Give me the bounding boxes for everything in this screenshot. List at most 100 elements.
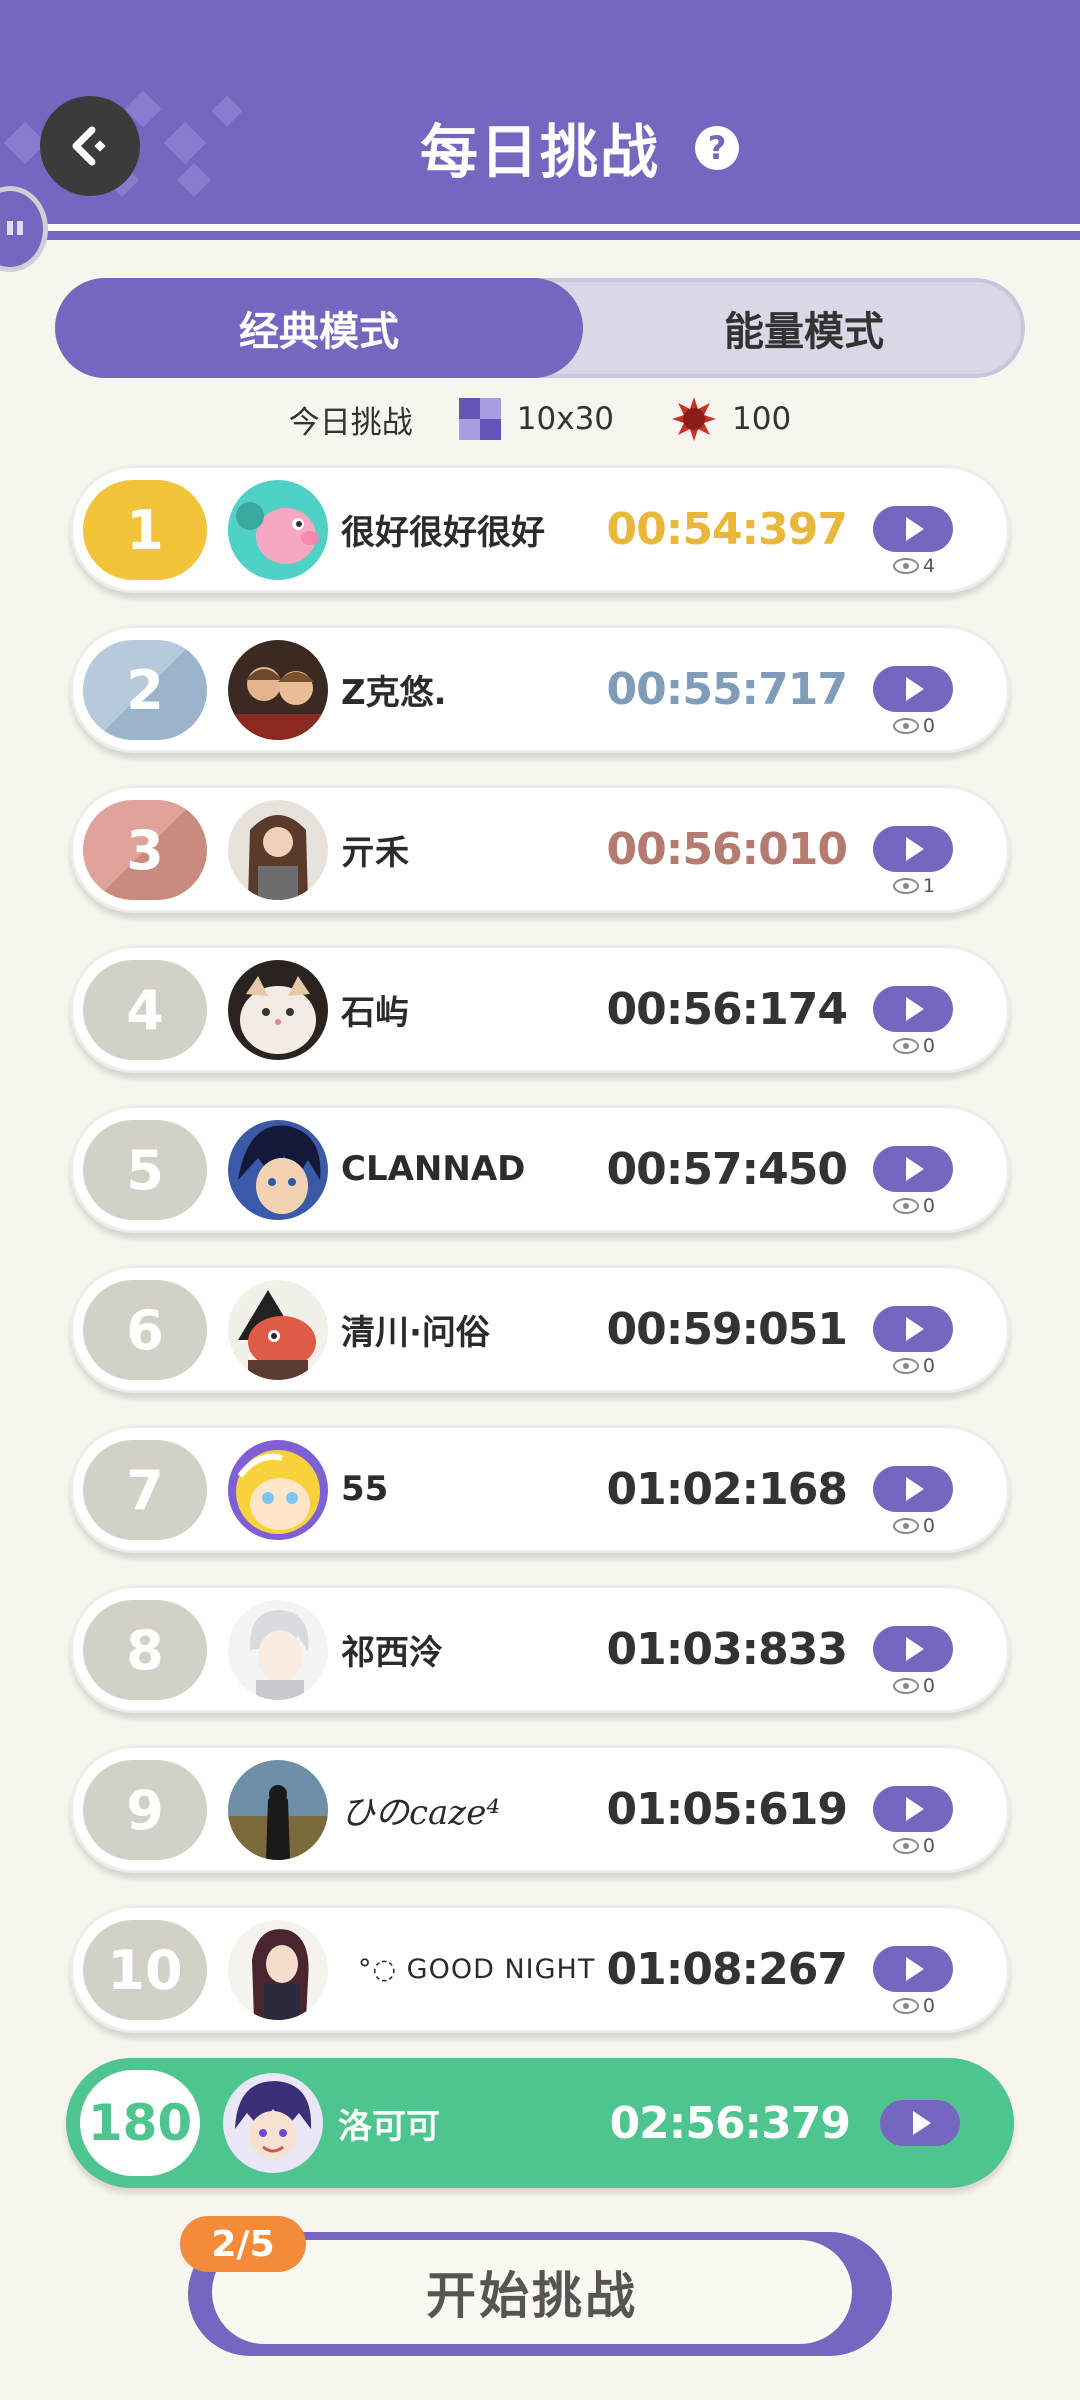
rank-badge: 2 bbox=[83, 640, 207, 740]
player-time: 00:55:717 bbox=[606, 663, 848, 715]
header-divider bbox=[0, 224, 1080, 231]
rank-badge: 8 bbox=[83, 1600, 207, 1700]
player-time: 02:56:379 bbox=[609, 2097, 851, 2149]
view-count-value: 0 bbox=[922, 1035, 935, 1057]
challenge-info: 今日挑战 10x30 100 bbox=[0, 397, 1080, 441]
leaderboard-row[interactable]: 5 CLANNAD 00:57:450 0 bbox=[70, 1105, 1010, 1233]
view-count: 0 bbox=[892, 1354, 935, 1378]
view-count: 0 bbox=[892, 1674, 935, 1698]
view-count-value: 0 bbox=[922, 715, 935, 737]
replay-button[interactable] bbox=[873, 826, 953, 872]
play-icon bbox=[906, 1157, 924, 1181]
view-count: 1 bbox=[892, 874, 935, 898]
attempts-badge: 2/5 bbox=[180, 2216, 306, 2272]
player-name: 亓禾 bbox=[341, 832, 409, 873]
leaderboard-row[interactable]: 9 ひのcaze⁴ 01:05:619 0 bbox=[70, 1745, 1010, 1873]
replay-button[interactable] bbox=[873, 1786, 953, 1832]
replay-button[interactable] bbox=[873, 1626, 953, 1672]
replay-button[interactable] bbox=[873, 1306, 953, 1352]
player-name: 石屿 bbox=[341, 992, 409, 1033]
mode-tabs: 经典模式 能量模式 bbox=[55, 278, 1025, 378]
eye-icon bbox=[892, 1038, 919, 1054]
view-count-value: 0 bbox=[922, 1675, 935, 1697]
page-title: 每日挑战 bbox=[419, 118, 660, 186]
grid-icon bbox=[458, 398, 501, 440]
avatar bbox=[228, 960, 328, 1060]
start-challenge-label: 开始挑战 bbox=[212, 2240, 852, 2344]
avatar bbox=[228, 1600, 328, 1700]
avatar bbox=[228, 1920, 328, 2020]
challenge-label: 今日挑战 bbox=[288, 404, 413, 441]
avatar bbox=[228, 640, 328, 740]
player-time: 00:56:174 bbox=[606, 983, 848, 1035]
avatar bbox=[228, 800, 328, 900]
view-count-value: 0 bbox=[922, 1515, 935, 1537]
tab-energy-mode[interactable]: 能量模式 bbox=[579, 278, 1029, 378]
play-icon bbox=[906, 1477, 924, 1501]
view-count: 0 bbox=[892, 1994, 935, 2018]
replay-button[interactable] bbox=[873, 666, 953, 712]
leaderboard-row[interactable]: 2 Z克悠. 00:55:717 0 bbox=[70, 625, 1010, 753]
eye-icon bbox=[892, 718, 919, 734]
eye-icon bbox=[892, 878, 919, 894]
play-icon bbox=[906, 1637, 924, 1661]
replay-button[interactable] bbox=[873, 1466, 953, 1512]
eye-icon bbox=[892, 1198, 919, 1214]
rank-badge: 3 bbox=[83, 800, 207, 900]
player-time: 01:05:619 bbox=[606, 1783, 848, 1835]
player-name: 祁西泠 bbox=[341, 1632, 443, 1673]
avatar bbox=[228, 1280, 328, 1380]
replay-button[interactable] bbox=[880, 2100, 960, 2146]
player-time: 01:08:267 bbox=[606, 1943, 848, 1995]
rank-badge: 6 bbox=[83, 1280, 207, 1380]
eye-icon bbox=[892, 1358, 919, 1374]
leaderboard-row[interactable]: 6 清川·问俗 00:59:051 0 bbox=[70, 1265, 1010, 1393]
player-name: 清川·问俗 bbox=[341, 1312, 490, 1353]
player-time: 00:57:450 bbox=[606, 1143, 848, 1195]
replay-button[interactable] bbox=[873, 1946, 953, 1992]
mine-icon bbox=[672, 397, 717, 441]
rank-badge: 7 bbox=[83, 1440, 207, 1540]
play-icon bbox=[913, 2111, 931, 2135]
avatar bbox=[228, 1440, 328, 1540]
player-name: 洛可可 bbox=[338, 2106, 440, 2147]
tab-classic-mode[interactable]: 经典模式 bbox=[55, 278, 583, 378]
view-count-value: 0 bbox=[922, 1195, 935, 1217]
player-name: 55 bbox=[341, 1469, 389, 1509]
leaderboard-row[interactable]: 3 亓禾 00:56:010 1 bbox=[70, 785, 1010, 913]
avatar bbox=[228, 1120, 328, 1220]
replay-button[interactable] bbox=[873, 1146, 953, 1192]
player-time: 00:59:051 bbox=[606, 1303, 848, 1355]
eye-icon bbox=[892, 1678, 919, 1694]
leaderboard-row[interactable]: 8 祁西泠 01:03:833 0 bbox=[70, 1585, 1010, 1713]
help-icon[interactable]: ? bbox=[695, 126, 739, 170]
eye-icon bbox=[892, 558, 919, 574]
leaderboard-row[interactable]: 7 55 01:02:168 0 bbox=[70, 1425, 1010, 1553]
view-count-value: 1 bbox=[922, 875, 935, 897]
player-name: °◌ GOOD NIGHT bbox=[358, 1953, 596, 1985]
view-count-value: 0 bbox=[922, 1995, 935, 2017]
my-rank-row[interactable]: 180 洛可可 02:56:379 bbox=[66, 2058, 1014, 2188]
leaderboard-row[interactable]: 10 °◌ GOOD NIGHT 01:08:267 0 bbox=[70, 1905, 1010, 2033]
leaderboard-row[interactable]: 4 石屿 00:56:174 0 bbox=[70, 945, 1010, 1073]
replay-button[interactable] bbox=[873, 506, 953, 552]
player-name: 很好很好很好 bbox=[341, 512, 545, 553]
view-count: 0 bbox=[892, 1834, 935, 1858]
player-time: 01:03:833 bbox=[606, 1623, 848, 1675]
leaderboard-row[interactable]: 1 很好很好很好 00:54:397 4 bbox=[70, 465, 1010, 593]
avatar bbox=[228, 1760, 328, 1860]
player-name: Z克悠. bbox=[341, 672, 447, 713]
play-icon bbox=[906, 677, 924, 701]
eye-icon bbox=[892, 1998, 919, 2014]
play-icon bbox=[906, 997, 924, 1021]
eye-icon bbox=[892, 1518, 919, 1534]
play-icon bbox=[906, 1317, 924, 1341]
avatar bbox=[228, 480, 328, 580]
view-count: 0 bbox=[892, 714, 935, 738]
view-count: 0 bbox=[892, 1514, 935, 1538]
player-time: 01:02:168 bbox=[606, 1463, 848, 1515]
player-time: 00:54:397 bbox=[606, 503, 848, 555]
my-rank-badge: 180 bbox=[80, 2070, 200, 2176]
replay-button[interactable] bbox=[873, 986, 953, 1032]
view-count: 0 bbox=[892, 1194, 935, 1218]
